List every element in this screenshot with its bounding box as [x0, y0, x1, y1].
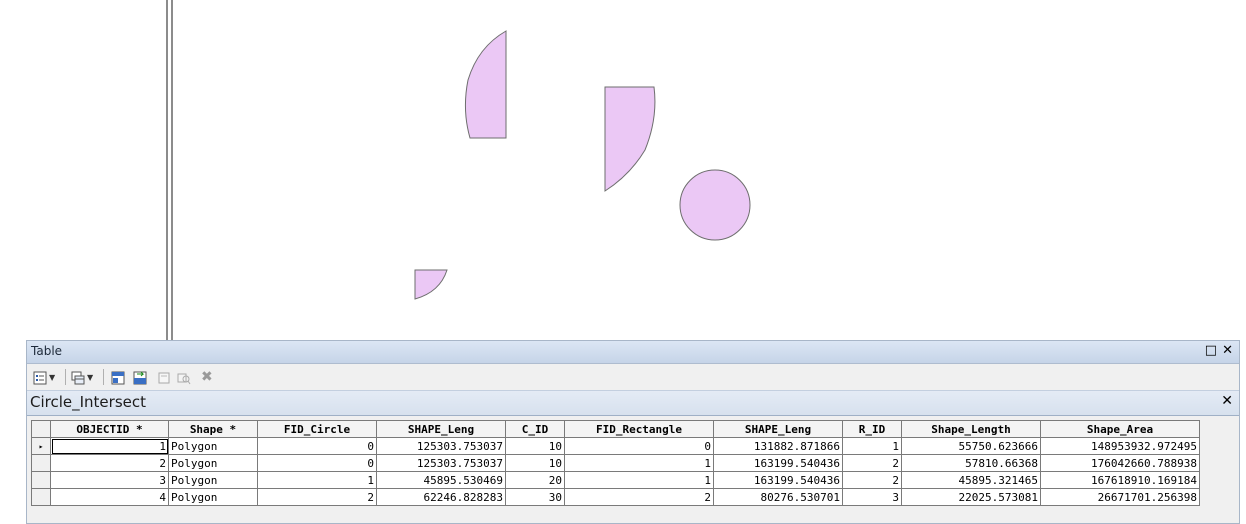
- table-row[interactable]: 3 Polygon 1 45895.530469 20 1 163199.540…: [31, 471, 1200, 489]
- table-cell[interactable]: 125303.753037: [376, 437, 506, 455]
- table-cell[interactable]: 163199.540436: [713, 454, 843, 472]
- column-header[interactable]: C_ID: [505, 420, 565, 438]
- table-options-icon: [33, 371, 47, 384]
- attribute-table: OBJECTID * Shape * FID_Circle SHAPE_Leng…: [31, 420, 1200, 506]
- table-cell[interactable]: 148953932.972495: [1040, 437, 1200, 455]
- table-cell[interactable]: 22025.573081: [901, 488, 1041, 506]
- table-cell[interactable]: 62246.828283: [376, 488, 506, 506]
- table-cell[interactable]: Polygon: [168, 488, 258, 506]
- table-cell[interactable]: 0: [257, 437, 377, 455]
- column-header[interactable]: Shape_Length: [901, 420, 1041, 438]
- table-cell[interactable]: 20: [505, 471, 565, 489]
- column-header[interactable]: R_ID: [842, 420, 902, 438]
- column-header[interactable]: Shape *: [168, 420, 258, 438]
- select-by-attributes-button[interactable]: [111, 369, 125, 385]
- table-toolbar: ▼ ▼ ✖: [27, 364, 1239, 390]
- select-by-attributes-icon: [111, 371, 125, 384]
- layer-tab-circle-intersect[interactable]: Circle_Intersect: [30, 393, 146, 411]
- map-canvas[interactable]: [0, 0, 1246, 340]
- column-header[interactable]: SHAPE_Leng: [376, 420, 506, 438]
- table-row[interactable]: ▸ 1 Polygon 0 125303.753037 10 0 131882.…: [31, 437, 1200, 455]
- table-cell[interactable]: Polygon: [168, 454, 258, 472]
- column-header[interactable]: FID_Rectangle: [564, 420, 714, 438]
- table-row[interactable]: 4 Polygon 2 62246.828283 30 2 80276.5307…: [31, 488, 1200, 506]
- related-tables-button[interactable]: ▼: [71, 369, 93, 385]
- table-cell[interactable]: 167618910.169184: [1040, 471, 1200, 489]
- layer-tab-bar: Circle_Intersect ✕: [27, 390, 1239, 416]
- row-selector[interactable]: [31, 471, 51, 489]
- restore-button[interactable]: □: [1205, 343, 1217, 359]
- delete-selected-icon: ✖: [201, 369, 213, 385]
- delete-selected-button[interactable]: ✖: [201, 369, 213, 385]
- row-selector-header[interactable]: [31, 420, 51, 438]
- table-titlebar[interactable]: Table □ ✕: [27, 341, 1239, 364]
- header-row: OBJECTID * Shape * FID_Circle SHAPE_Leng…: [31, 420, 1200, 438]
- zoom-to-selected-button[interactable]: [177, 369, 191, 385]
- switch-selection-button[interactable]: [133, 369, 147, 385]
- zoom-to-selected-icon: [177, 373, 191, 384]
- chevron-down-icon: ▼: [49, 372, 56, 382]
- table-options-button[interactable]: ▼: [33, 369, 55, 385]
- row-selector[interactable]: [31, 454, 51, 472]
- table-cell[interactable]: 2: [564, 488, 714, 506]
- chevron-down-icon: ▼: [87, 372, 94, 382]
- table-row[interactable]: 2 Polygon 0 125303.753037 10 1 163199.54…: [31, 454, 1200, 472]
- attribute-table-window: Table □ ✕ ▼ ▼ ✖ Circle_Intersect ✕ OBJEC…: [26, 340, 1240, 524]
- attribute-grid: OBJECTID * Shape * FID_Circle SHAPE_Leng…: [31, 420, 1200, 506]
- table-cell[interactable]: 45895.530469: [376, 471, 506, 489]
- table-cell[interactable]: 2: [257, 488, 377, 506]
- clear-selection-button[interactable]: [157, 369, 171, 385]
- table-cell[interactable]: 2: [50, 454, 169, 472]
- table-cell[interactable]: Polygon: [168, 437, 258, 455]
- table-cell[interactable]: 1: [842, 437, 902, 455]
- table-cell[interactable]: 3: [50, 471, 169, 489]
- table-cell[interactable]: 10: [505, 454, 565, 472]
- table-cell[interactable]: 1: [50, 437, 169, 455]
- intersect-feature-4[interactable]: [414, 269, 448, 300]
- clear-selection-icon: [158, 372, 170, 383]
- column-header[interactable]: Shape_Area: [1040, 420, 1200, 438]
- row-selector[interactable]: [31, 488, 51, 506]
- intersect-feature-2[interactable]: [604, 86, 656, 192]
- intersect-feature-1[interactable]: [464, 30, 507, 139]
- table-cell[interactable]: 3: [842, 488, 902, 506]
- toolbar-separator: [65, 369, 66, 385]
- table-cell[interactable]: 4: [50, 488, 169, 506]
- intersect-feature-3[interactable]: [679, 169, 751, 241]
- close-tab-button[interactable]: ✕: [1221, 393, 1233, 409]
- switch-selection-icon: [133, 371, 147, 384]
- table-cell[interactable]: 2: [842, 471, 902, 489]
- table-cell[interactable]: 45895.321465: [901, 471, 1041, 489]
- table-cell[interactable]: Polygon: [168, 471, 258, 489]
- table-cell[interactable]: 1: [257, 471, 377, 489]
- table-cell[interactable]: 10: [505, 437, 565, 455]
- table-cell[interactable]: 0: [257, 454, 377, 472]
- table-cell[interactable]: 176042660.788938: [1040, 454, 1200, 472]
- map-view[interactable]: [0, 0, 1246, 340]
- table-cell[interactable]: 30: [505, 488, 565, 506]
- related-tables-icon: [71, 371, 85, 384]
- column-header[interactable]: FID_Circle: [257, 420, 377, 438]
- column-header[interactable]: OBJECTID *: [50, 420, 169, 438]
- table-cell[interactable]: 1: [564, 454, 714, 472]
- table-cell[interactable]: 0: [564, 437, 714, 455]
- table-cell[interactable]: 55750.623666: [901, 437, 1041, 455]
- window-title: Table: [31, 344, 63, 358]
- table-cell[interactable]: 125303.753037: [376, 454, 506, 472]
- current-row-indicator[interactable]: ▸: [31, 437, 51, 455]
- toolbar-separator: [103, 369, 104, 385]
- table-cell[interactable]: 131882.871866: [713, 437, 843, 455]
- close-window-button[interactable]: ✕: [1222, 343, 1233, 359]
- table-cell[interactable]: 57810.66368: [901, 454, 1041, 472]
- column-header[interactable]: SHAPE_Leng: [713, 420, 843, 438]
- table-cell[interactable]: 1: [564, 471, 714, 489]
- table-cell[interactable]: 2: [842, 454, 902, 472]
- table-cell[interactable]: 163199.540436: [713, 471, 843, 489]
- table-cell[interactable]: 26671701.256398: [1040, 488, 1200, 506]
- table-cell[interactable]: 80276.530701: [713, 488, 843, 506]
